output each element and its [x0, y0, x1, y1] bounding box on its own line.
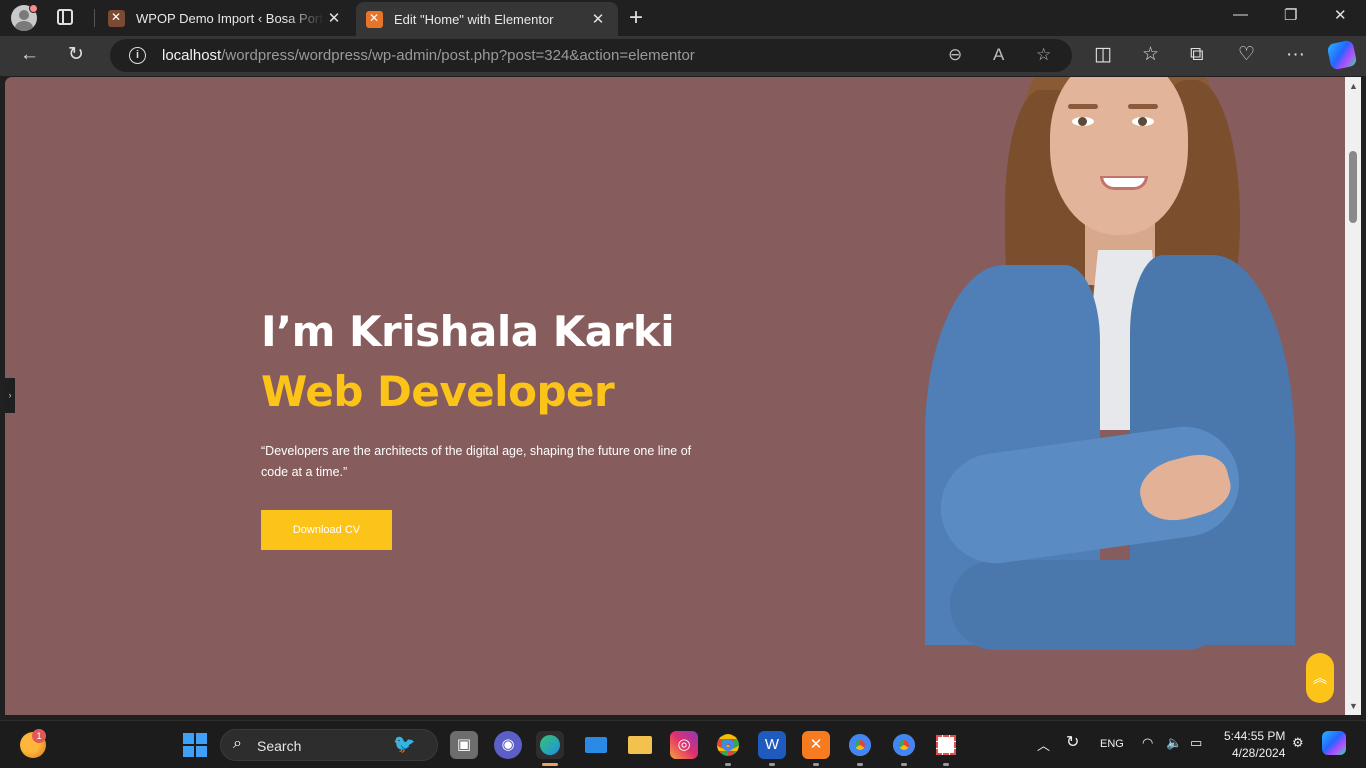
tab-edit-home-elementor[interactable]: Edit "Home" with Elementor ✕ — [356, 2, 618, 36]
page-viewport: I’m Krishala Karki Web Developer “Develo… — [5, 77, 1345, 715]
wifi-icon[interactable]: ◠ — [1142, 735, 1153, 751]
zoom-out-icon[interactable]: ⊖ — [948, 45, 962, 65]
tab-separator — [94, 9, 95, 27]
more-options-icon[interactable]: ··· — [1286, 44, 1305, 66]
refresh-icon[interactable]: ↻ — [68, 44, 84, 66]
tab-wpop-demo-import[interactable]: WPOP Demo Import ‹ Bosa Portfolio ✕ — [98, 2, 354, 34]
clock-date: 4/28/2024 — [1231, 746, 1286, 760]
clock-time: 5:44:55 PM — [1224, 729, 1286, 743]
weather-badge: 1 — [32, 729, 46, 743]
scroll-to-top-button[interactable]: ︽ — [1306, 653, 1334, 703]
chrome-profile-2-icon[interactable] — [846, 731, 874, 759]
elementor-panel-toggle[interactable]: › — [5, 378, 15, 413]
chrome-open-indicator — [725, 763, 731, 766]
close-window-button[interactable]: ✕ — [1334, 6, 1347, 24]
word-icon[interactable]: W — [758, 731, 786, 759]
taskbar-search[interactable]: ⌕ Search 🐦 — [220, 729, 438, 761]
favorite-star-icon[interactable]: ☆ — [1036, 45, 1051, 65]
tab-strip: WPOP Demo Import ‹ Bosa Portfolio ✕ Edit… — [0, 0, 1366, 36]
taskbar: 1 ⌕ Search 🐦 ▣ ◉ ◎ W ✕ ︿ ↻ ENG ◠ 🔈 ▭ 5:4… — [0, 720, 1366, 768]
xampp-favicon-icon — [366, 10, 383, 28]
start-button[interactable] — [183, 733, 207, 757]
mail-icon[interactable] — [582, 731, 610, 759]
close-tab-icon[interactable]: ✕ — [588, 10, 608, 28]
teams-chat-icon[interactable]: ◉ — [494, 731, 522, 759]
chrome-profile-3-icon[interactable] — [890, 731, 918, 759]
edge-browser-icon[interactable] — [536, 731, 564, 759]
battery-icon[interactable]: ▭ — [1190, 735, 1202, 751]
taskbar-clock[interactable]: 5:44:55 PM 4/28/2024 — [1224, 728, 1285, 762]
hero-quote: “Developers are the architects of the di… — [261, 444, 692, 479]
download-cv-button[interactable]: Download CV — [261, 510, 392, 550]
address-bar[interactable]: i localhost/wordpress/wordpress/wp-admin… — [110, 39, 1072, 72]
notifications-icon[interactable]: ⚙ — [1292, 735, 1304, 751]
search-label: Search — [257, 738, 302, 754]
edge-active-indicator — [542, 763, 558, 766]
address-url[interactable]: localhost/wordpress/wordpress/wp-admin/p… — [162, 47, 695, 64]
minimize-button[interactable]: — — [1233, 6, 1248, 23]
scroll-up-arrow-icon[interactable]: ▲ — [1349, 81, 1358, 91]
tab-actions-icon[interactable] — [57, 9, 73, 25]
favorites-icon[interactable]: ☆ — [1142, 44, 1159, 66]
show-hidden-icons-chevron-icon[interactable]: ︿ — [1037, 735, 1050, 754]
profile-notification-dot — [29, 4, 38, 13]
copilot-icon[interactable] — [1326, 39, 1358, 71]
chrome-3-open-indicator — [901, 763, 907, 766]
split-screen-icon[interactable]: ◫ — [1094, 44, 1112, 66]
sync-icon[interactable]: ↻ — [1066, 732, 1079, 752]
site-info-icon[interactable]: i — [129, 47, 146, 64]
xampp-favicon-icon — [108, 9, 125, 27]
scrollbar-thumb[interactable] — [1349, 151, 1357, 223]
close-tab-icon[interactable]: ✕ — [324, 9, 344, 27]
snipping-tool-icon[interactable] — [932, 731, 960, 759]
hero-role-heading: Web Developer — [261, 367, 615, 416]
word-open-indicator — [769, 763, 775, 766]
back-arrow-icon[interactable]: ← — [20, 44, 39, 66]
copilot-taskbar-icon[interactable] — [1322, 731, 1346, 755]
language-indicator[interactable]: ENG — [1100, 738, 1124, 750]
collections-icon[interactable]: ⧉ — [1190, 44, 1204, 66]
search-highlight-bird-icon: 🐦 — [393, 734, 416, 754]
snipping-open-indicator — [943, 763, 949, 766]
xampp-open-indicator — [813, 763, 819, 766]
tab-title: Edit "Home" with Elementor — [394, 11, 554, 27]
volume-icon[interactable]: 🔈 — [1166, 735, 1182, 751]
chrome-icon[interactable] — [714, 731, 742, 759]
hero-name-heading: I’m Krishala Karki — [261, 307, 675, 356]
new-tab-button[interactable]: + — [629, 4, 643, 32]
restore-button[interactable]: ❐ — [1284, 6, 1297, 24]
chrome-2-open-indicator — [857, 763, 863, 766]
vertical-scrollbar[interactable]: ▲ ▼ — [1345, 77, 1361, 715]
task-view-icon[interactable]: ▣ — [450, 731, 478, 759]
browser-essentials-icon[interactable]: ♡ — [1238, 44, 1255, 66]
tab-title: WPOP Demo Import ‹ Bosa Portfolio — [136, 10, 324, 26]
browser-toolbar: ← ↻ i localhost/wordpress/wordpress/wp-a… — [0, 36, 1366, 76]
read-aloud-icon[interactable]: A — [993, 45, 1004, 65]
instagram-icon[interactable]: ◎ — [670, 731, 698, 759]
file-explorer-icon[interactable] — [626, 731, 654, 759]
search-icon: ⌕ — [233, 735, 242, 752]
scroll-down-arrow-icon[interactable]: ▼ — [1349, 701, 1358, 711]
xampp-icon[interactable]: ✕ — [802, 731, 830, 759]
